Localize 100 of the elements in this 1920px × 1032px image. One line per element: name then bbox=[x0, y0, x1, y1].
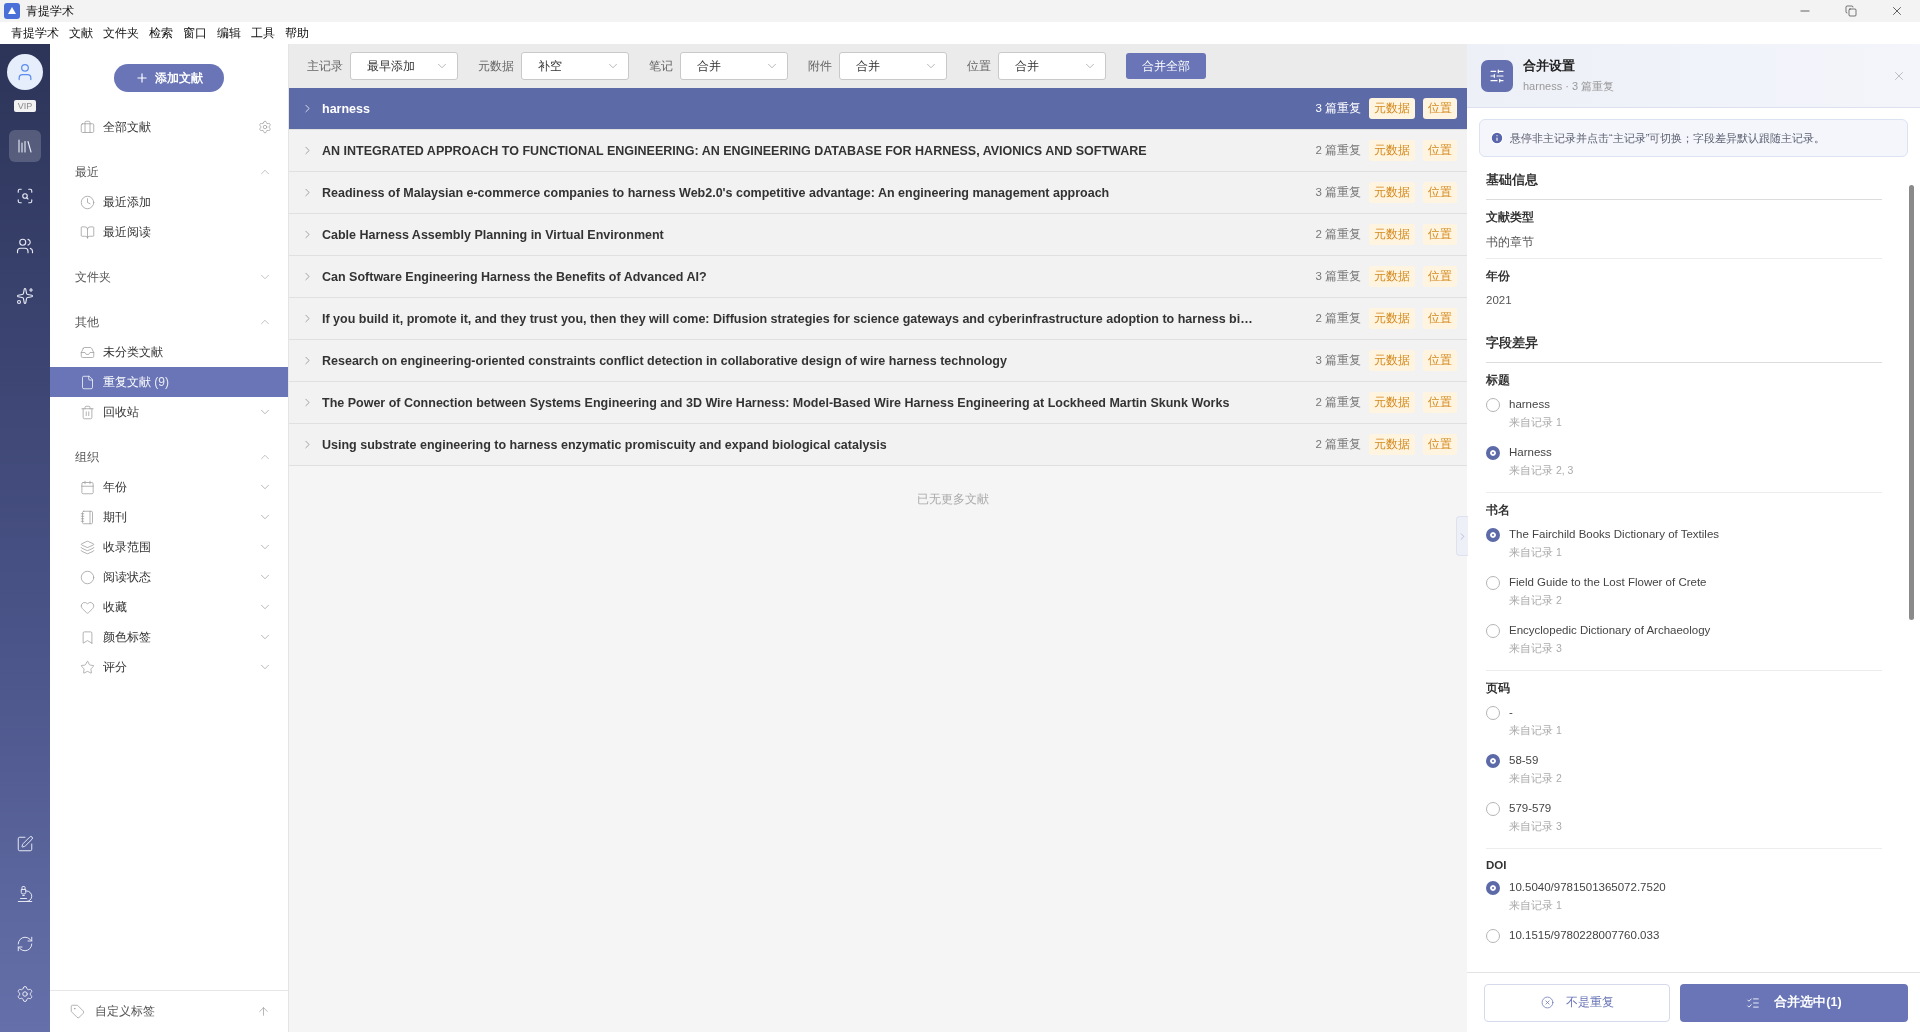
radio-button[interactable] bbox=[1486, 706, 1500, 720]
group-title: Research on engineering-oriented constraints conflict detection in collaborative design of wire harness technology bbox=[322, 353, 1008, 368]
radio-button[interactable] bbox=[1486, 929, 1500, 943]
settings-icon bbox=[16, 985, 34, 1003]
briefcase-icon bbox=[80, 119, 95, 135]
nav-item[interactable]: 期刊 bbox=[50, 502, 288, 532]
nav-label: 收录范围 bbox=[103, 538, 152, 556]
nav-item[interactable]: 收录范围 bbox=[50, 532, 288, 562]
menu-item[interactable]: 青提学术 bbox=[6, 22, 64, 44]
nav-label: 阅读状态 bbox=[103, 568, 152, 586]
section-heading: 文件夹 bbox=[75, 268, 112, 286]
circle-icon bbox=[80, 569, 95, 585]
restore-icon bbox=[1845, 5, 1857, 17]
option-value: 10.1515/9780228007760.033 bbox=[1509, 929, 1660, 941]
filter-dropdown[interactable]: 最早添加 bbox=[350, 52, 458, 80]
radio-button[interactable] bbox=[1486, 881, 1500, 895]
menu-item[interactable]: 检索 bbox=[144, 22, 178, 44]
radio-button[interactable] bbox=[1486, 802, 1500, 816]
nav-item[interactable]: 重复文献 (9) bbox=[50, 367, 288, 397]
radio-button[interactable] bbox=[1486, 576, 1500, 590]
nav-item[interactable]: 年份 bbox=[50, 472, 288, 502]
option-value: 10.5040/9781501365072.7520 bbox=[1509, 881, 1666, 893]
notebook-icon bbox=[80, 509, 95, 525]
option-source: 来自记录 2, 3 bbox=[1509, 464, 1574, 478]
bookmark-icon bbox=[80, 629, 95, 645]
menu-item[interactable]: 窗口 bbox=[178, 22, 212, 44]
nav-item[interactable]: 未分类文献 bbox=[50, 337, 288, 367]
filter-dropdown[interactable]: 补空 bbox=[521, 52, 629, 80]
custom-tags-label[interactable]: 自定义标签 bbox=[95, 1003, 247, 1020]
section-heading: 组织 bbox=[75, 448, 100, 466]
heart-icon bbox=[80, 599, 95, 615]
document-icon bbox=[80, 374, 95, 390]
field-label: DOI bbox=[1486, 859, 1508, 871]
option-source: 来自记录 2 bbox=[1509, 594, 1563, 608]
filter-label: 主记录 bbox=[307, 57, 343, 75]
option-value: harness bbox=[1509, 398, 1551, 410]
group-title: If you build it, promote it, and they trust you, then they will come: Diffusion strategies for science gateways and cyberinfrastructure adoption to harness bi… bbox=[322, 311, 1254, 326]
inbox-icon bbox=[80, 344, 95, 360]
nav-item[interactable]: 最近阅读 bbox=[50, 217, 288, 247]
plus-icon bbox=[135, 71, 149, 85]
group-title: Can Software Engineering Harness the Benefits of Advanced AI? bbox=[322, 269, 708, 284]
radio-button[interactable] bbox=[1486, 624, 1500, 638]
radio-button[interactable] bbox=[1486, 754, 1500, 768]
app-logo-icon bbox=[4, 3, 20, 19]
nav-item[interactable]: 颜色标签 bbox=[50, 622, 288, 652]
library-button[interactable] bbox=[9, 130, 41, 162]
filter-dropdown[interactable]: 合并 bbox=[680, 52, 788, 80]
nav-item[interactable]: 收藏 bbox=[50, 592, 288, 622]
star-icon bbox=[80, 659, 95, 675]
group-title: Using substrate engineering to harness enzymatic promiscuity and expand biological catalysis bbox=[322, 437, 888, 452]
settings-icon[interactable] bbox=[258, 120, 272, 134]
panel-title: 合并设置 bbox=[1523, 57, 1576, 75]
nav-label: 未分类文献 bbox=[103, 343, 164, 361]
option-source: 来自记录 1 bbox=[1509, 546, 1563, 560]
checklist-icon bbox=[1746, 995, 1761, 1010]
panel-toggle-handle[interactable] bbox=[1456, 516, 1468, 556]
merge-all-button[interactable]: 合并全部 bbox=[1126, 53, 1206, 79]
book-icon bbox=[80, 224, 95, 240]
radio-button[interactable] bbox=[1486, 446, 1500, 460]
nav-item[interactable]: 阅读状态 bbox=[50, 562, 288, 592]
filter-label: 附件 bbox=[808, 57, 832, 75]
nav-label: 年份 bbox=[103, 478, 128, 496]
field-value: 书的章节 bbox=[1486, 235, 1535, 250]
vip-badge: VIP bbox=[13, 100, 37, 112]
arrow-up-icon[interactable] bbox=[257, 1005, 270, 1018]
nav-item[interactable]: 最近添加 bbox=[50, 187, 288, 217]
edit-icon bbox=[16, 835, 34, 853]
window-title: 青提学术 bbox=[26, 2, 75, 20]
section-heading: 其他 bbox=[75, 313, 100, 331]
menu-item[interactable]: 帮助 bbox=[280, 22, 314, 44]
field-label: 页码 bbox=[1486, 681, 1511, 696]
not-duplicate-button[interactable]: 不是重复 bbox=[1484, 983, 1670, 1022]
group-title: Readiness of Malaysian e-commerce companies to harness Web2.0's competitive advantage: An engineering management approach bbox=[322, 185, 1111, 200]
section-heading: 最近 bbox=[75, 163, 100, 181]
filter-dropdown[interactable]: 合并 bbox=[998, 52, 1106, 80]
filter-dropdown[interactable]: 合并 bbox=[839, 52, 947, 80]
close-icon bbox=[1890, 4, 1904, 18]
add-document-button[interactable]: 添加文献 bbox=[114, 64, 224, 92]
avatar[interactable] bbox=[7, 54, 43, 90]
option-value: Encyclopedic Dictionary of Archaeology bbox=[1509, 624, 1711, 636]
section-title: 基础信息 bbox=[1486, 165, 1882, 200]
group-title: The Power of Connection between Systems Engineering and 3D Wire Harness: Model-Based Wire Harness Engineering at Lockheed Martin Skunk Works bbox=[322, 395, 1231, 410]
clock-icon bbox=[80, 194, 95, 210]
nav-item[interactable]: 评分 bbox=[50, 652, 288, 682]
merge-selected-button[interactable]: 合并选中(1) bbox=[1680, 983, 1908, 1022]
option-source: 来自记录 3 bbox=[1509, 642, 1563, 656]
menu-item[interactable]: 编辑 bbox=[212, 22, 246, 44]
radio-button[interactable] bbox=[1486, 398, 1500, 412]
menu-item[interactable]: 文献 bbox=[64, 22, 98, 44]
scrollbar[interactable] bbox=[1909, 185, 1914, 620]
field-label: 年份 bbox=[1486, 269, 1511, 284]
duplicate-count: 2 篇重复 bbox=[1315, 395, 1361, 410]
menu-item[interactable]: 工具 bbox=[246, 22, 280, 44]
menu-item[interactable]: 文件夹 bbox=[98, 22, 144, 44]
notice-text: 悬停非主记录并点击“主记录”可切换；字段差异默认跟随主记录。 bbox=[1510, 130, 1826, 146]
duplicate-group-row[interactable]: harness 3 篇重复 元数据 位置 bbox=[289, 88, 1467, 130]
radio-button[interactable] bbox=[1486, 528, 1500, 542]
sliders-icon bbox=[1489, 67, 1505, 84]
nav-item[interactable]: 全部文献 bbox=[103, 118, 250, 136]
nav-item[interactable]: 回收站 bbox=[50, 397, 288, 427]
